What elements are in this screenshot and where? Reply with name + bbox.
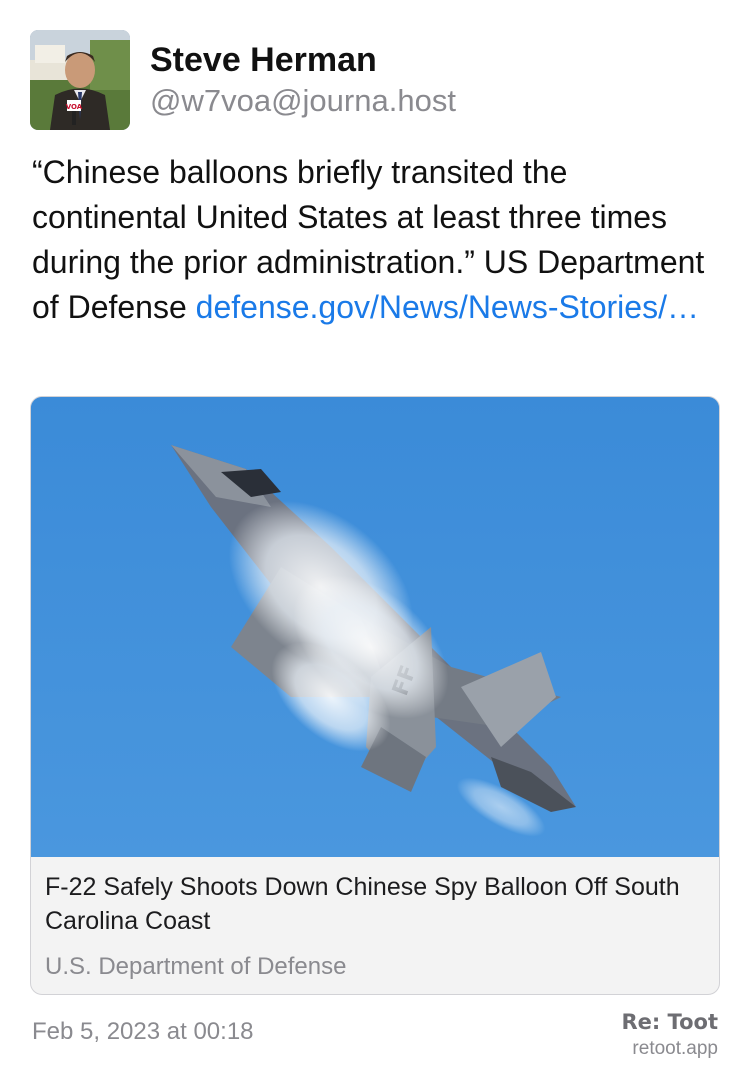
avatar-photo: VOA [30, 30, 130, 130]
avatar-badge: VOA [66, 103, 83, 111]
retoot-brand: Re: Toot retoot.app [621, 1008, 718, 1062]
card-title[interactable]: F-22 Safely Shoots Down Chinese Spy Ball… [45, 870, 685, 938]
f22-fighter-jet-image: FF [31, 397, 719, 857]
avatar[interactable]: VOA [30, 30, 130, 130]
display-name[interactable]: Steve Herman [150, 38, 377, 82]
post-text: “Chinese balloons briefly transited the … [32, 150, 722, 330]
user-handle[interactable]: @w7voa@journa.host [150, 80, 456, 122]
brand-domain: retoot.app [632, 1038, 718, 1059]
card-source: U.S. Department of Defense [45, 953, 347, 980]
post-timestamp: Feb 5, 2023 at 00:18 [32, 1018, 254, 1045]
brand-title: Re: Toot [621, 1010, 718, 1034]
post-link[interactable]: defense.gov/News/News-Stories/… [196, 289, 699, 325]
link-preview-card[interactable]: FF F-22 Safely Shoots Down Chinese Spy B… [30, 396, 720, 995]
